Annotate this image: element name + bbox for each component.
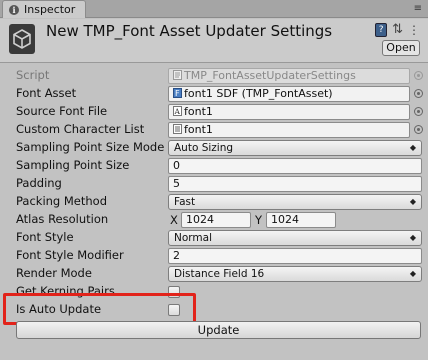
render-mode-label: Render Mode xyxy=(16,266,92,280)
sampling-point-size-input[interactable]: 0 xyxy=(168,158,422,174)
dropdown-arrow-icon: ◆ xyxy=(409,197,416,206)
unity-asset-icon xyxy=(9,24,35,54)
custom-character-list-value: font1 xyxy=(184,123,213,136)
script-value: TMP_FontAssetUpdaterSettings xyxy=(184,69,356,82)
row-font-style: Font Style Normal ◆ xyxy=(0,229,428,247)
font-file-icon: A xyxy=(173,106,182,116)
atlas-x-label: X xyxy=(170,213,178,227)
sampling-point-size-mode-value: Auto Sizing xyxy=(174,142,234,154)
source-font-file-label: Source Font File xyxy=(16,104,108,118)
custom-character-list-field[interactable]: font1 xyxy=(168,122,410,138)
info-icon: i xyxy=(9,4,19,15)
atlas-y-label: Y xyxy=(255,213,263,227)
row-atlas-resolution: Atlas Resolution X 1024 Y 1024 xyxy=(0,211,428,229)
font-asset-picker-icon[interactable] xyxy=(414,89,423,98)
tab-bar: i Inspector ≡ xyxy=(0,0,428,18)
padding-input[interactable]: 5 xyxy=(168,176,422,192)
script-picker-icon xyxy=(414,71,423,80)
dropdown-arrow-icon: ◆ xyxy=(409,233,416,242)
script-file-icon xyxy=(173,70,182,80)
sampling-point-size-mode-dropdown[interactable]: Auto Sizing ◆ xyxy=(168,140,422,156)
row-sampling-point-size-mode: Sampling Point Size Mode Auto Sizing ◆ xyxy=(0,139,428,157)
source-font-file-field[interactable]: A font1 xyxy=(168,104,410,120)
sampling-point-size-label: Sampling Point Size xyxy=(16,158,130,172)
inspector-header: New TMP_Font Asset Updater Settings ? ⇅ … xyxy=(0,19,428,63)
tab-inspector[interactable]: i Inspector xyxy=(2,0,86,18)
render-mode-dropdown[interactable]: Distance Field 16 ◆ xyxy=(168,266,422,282)
custom-character-list-picker-icon[interactable] xyxy=(414,125,423,134)
context-menu-icon[interactable]: ⋮ xyxy=(408,23,420,37)
font-asset-value: font1 SDF (TMP_FontAsset) xyxy=(184,87,333,100)
row-source-font-file: Source Font File A font1 xyxy=(0,103,428,121)
render-mode-value: Distance Field 16 xyxy=(174,268,265,280)
font-asset-field[interactable]: F font1 SDF (TMP_FontAsset) xyxy=(168,86,410,102)
script-field: TMP_FontAssetUpdaterSettings xyxy=(168,68,410,84)
font-style-label: Font Style xyxy=(16,230,74,244)
source-font-file-picker-icon[interactable] xyxy=(414,107,423,116)
packing-method-label: Packing Method xyxy=(16,194,108,208)
sampling-point-size-mode-label: Sampling Point Size Mode xyxy=(16,140,165,154)
custom-character-list-label: Custom Character List xyxy=(16,122,145,136)
padding-label: Padding xyxy=(16,176,62,190)
open-button[interactable]: Open xyxy=(382,40,420,56)
page-title: New TMP_Font Asset Updater Settings xyxy=(46,22,333,40)
packing-method-value: Fast xyxy=(174,196,196,208)
row-render-mode: Render Mode Distance Field 16 ◆ xyxy=(0,265,428,283)
row-padding: Padding 5 xyxy=(0,175,428,193)
dropdown-arrow-icon: ◆ xyxy=(409,269,416,278)
row-script: Script TMP_FontAssetUpdaterSettings xyxy=(0,67,428,85)
row-sampling-point-size: Sampling Point Size 0 xyxy=(0,157,428,175)
tab-label: Inspector xyxy=(24,3,76,16)
atlas-height-input[interactable]: 1024 xyxy=(266,212,336,228)
row-custom-character-list: Custom Character List font1 xyxy=(0,121,428,139)
help-book-icon[interactable]: ? xyxy=(375,22,388,37)
font-style-modifier-input[interactable]: 2 xyxy=(168,248,422,264)
row-packing-method: Packing Method Fast ◆ xyxy=(0,193,428,211)
svg-text:A: A xyxy=(174,107,181,116)
font-asset-label: Font Asset xyxy=(16,86,77,100)
preset-settings-icon[interactable]: ⇅ xyxy=(392,22,403,37)
font-asset-icon: F xyxy=(173,88,182,98)
script-label: Script xyxy=(16,68,50,82)
source-font-file-value: font1 xyxy=(184,105,213,118)
row-font-style-modifier: Font Style Modifier 2 xyxy=(0,247,428,265)
update-button[interactable]: Update xyxy=(16,321,421,339)
tab-menu-icon[interactable]: ≡ xyxy=(414,3,422,14)
font-style-value: Normal xyxy=(174,232,212,244)
row-font-asset: Font Asset F font1 SDF (TMP_FontAsset) xyxy=(0,85,428,103)
atlas-width-input[interactable]: 1024 xyxy=(181,212,251,228)
packing-method-dropdown[interactable]: Fast ◆ xyxy=(168,194,422,210)
font-style-dropdown[interactable]: Normal ◆ xyxy=(168,230,422,246)
text-asset-icon xyxy=(173,124,182,134)
atlas-resolution-label: Atlas Resolution xyxy=(16,212,109,226)
dropdown-arrow-icon: ◆ xyxy=(409,143,416,152)
svg-text:F: F xyxy=(175,89,180,98)
font-style-modifier-label: Font Style Modifier xyxy=(16,248,124,262)
